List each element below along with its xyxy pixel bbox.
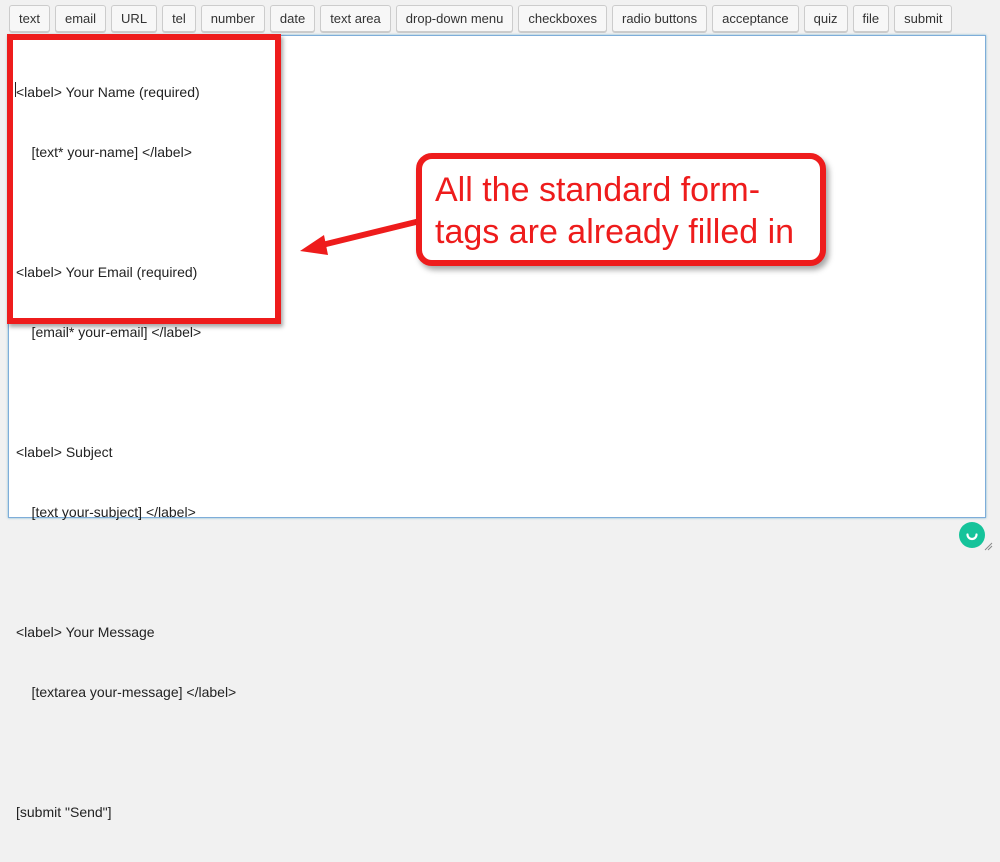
callout-line-1: All the standard form- (435, 171, 761, 209)
tag-button-url[interactable]: URL (111, 5, 158, 32)
annotation-callout: All the standard form- tags are already … (416, 153, 826, 266)
tag-button-text-area[interactable]: text area (320, 5, 391, 32)
tag-button-file[interactable]: file (852, 5, 890, 32)
tag-button-text[interactable]: text (9, 5, 50, 32)
code-line: [email* your-email] </label> (16, 324, 202, 340)
tag-button-number[interactable]: number (200, 5, 265, 32)
code-line: [submit "Send"] (16, 804, 112, 820)
resize-handle-icon[interactable] (983, 541, 993, 551)
callout-line-2: tags are already filled in (435, 213, 795, 251)
form-tag-toolbar: text email URL tel number date text area… (9, 5, 1000, 33)
tag-button-quiz[interactable]: quiz (803, 5, 848, 32)
tag-button-date[interactable]: date (269, 5, 316, 32)
code-line: [textarea your-message] </label> (16, 684, 237, 700)
tag-button-radio-buttons[interactable]: radio buttons (612, 5, 708, 32)
tag-button-submit[interactable]: submit (894, 5, 953, 32)
grammarly-icon[interactable] (959, 522, 985, 548)
code-line: [text your-subject] </label> (16, 504, 196, 520)
tag-button-tel[interactable]: tel (162, 5, 196, 32)
arrow-icon (300, 218, 423, 255)
tag-button-drop-down-menu[interactable]: drop-down menu (395, 5, 514, 32)
tag-button-email[interactable]: email (54, 5, 107, 32)
code-line: <label> Subject (16, 444, 113, 460)
grammarly-glyph (966, 533, 978, 541)
code-line: <label> Your Message (16, 624, 155, 640)
tag-button-acceptance[interactable]: acceptance (712, 5, 799, 32)
highlight-box (7, 34, 281, 324)
tag-button-checkboxes[interactable]: checkboxes (518, 5, 607, 32)
